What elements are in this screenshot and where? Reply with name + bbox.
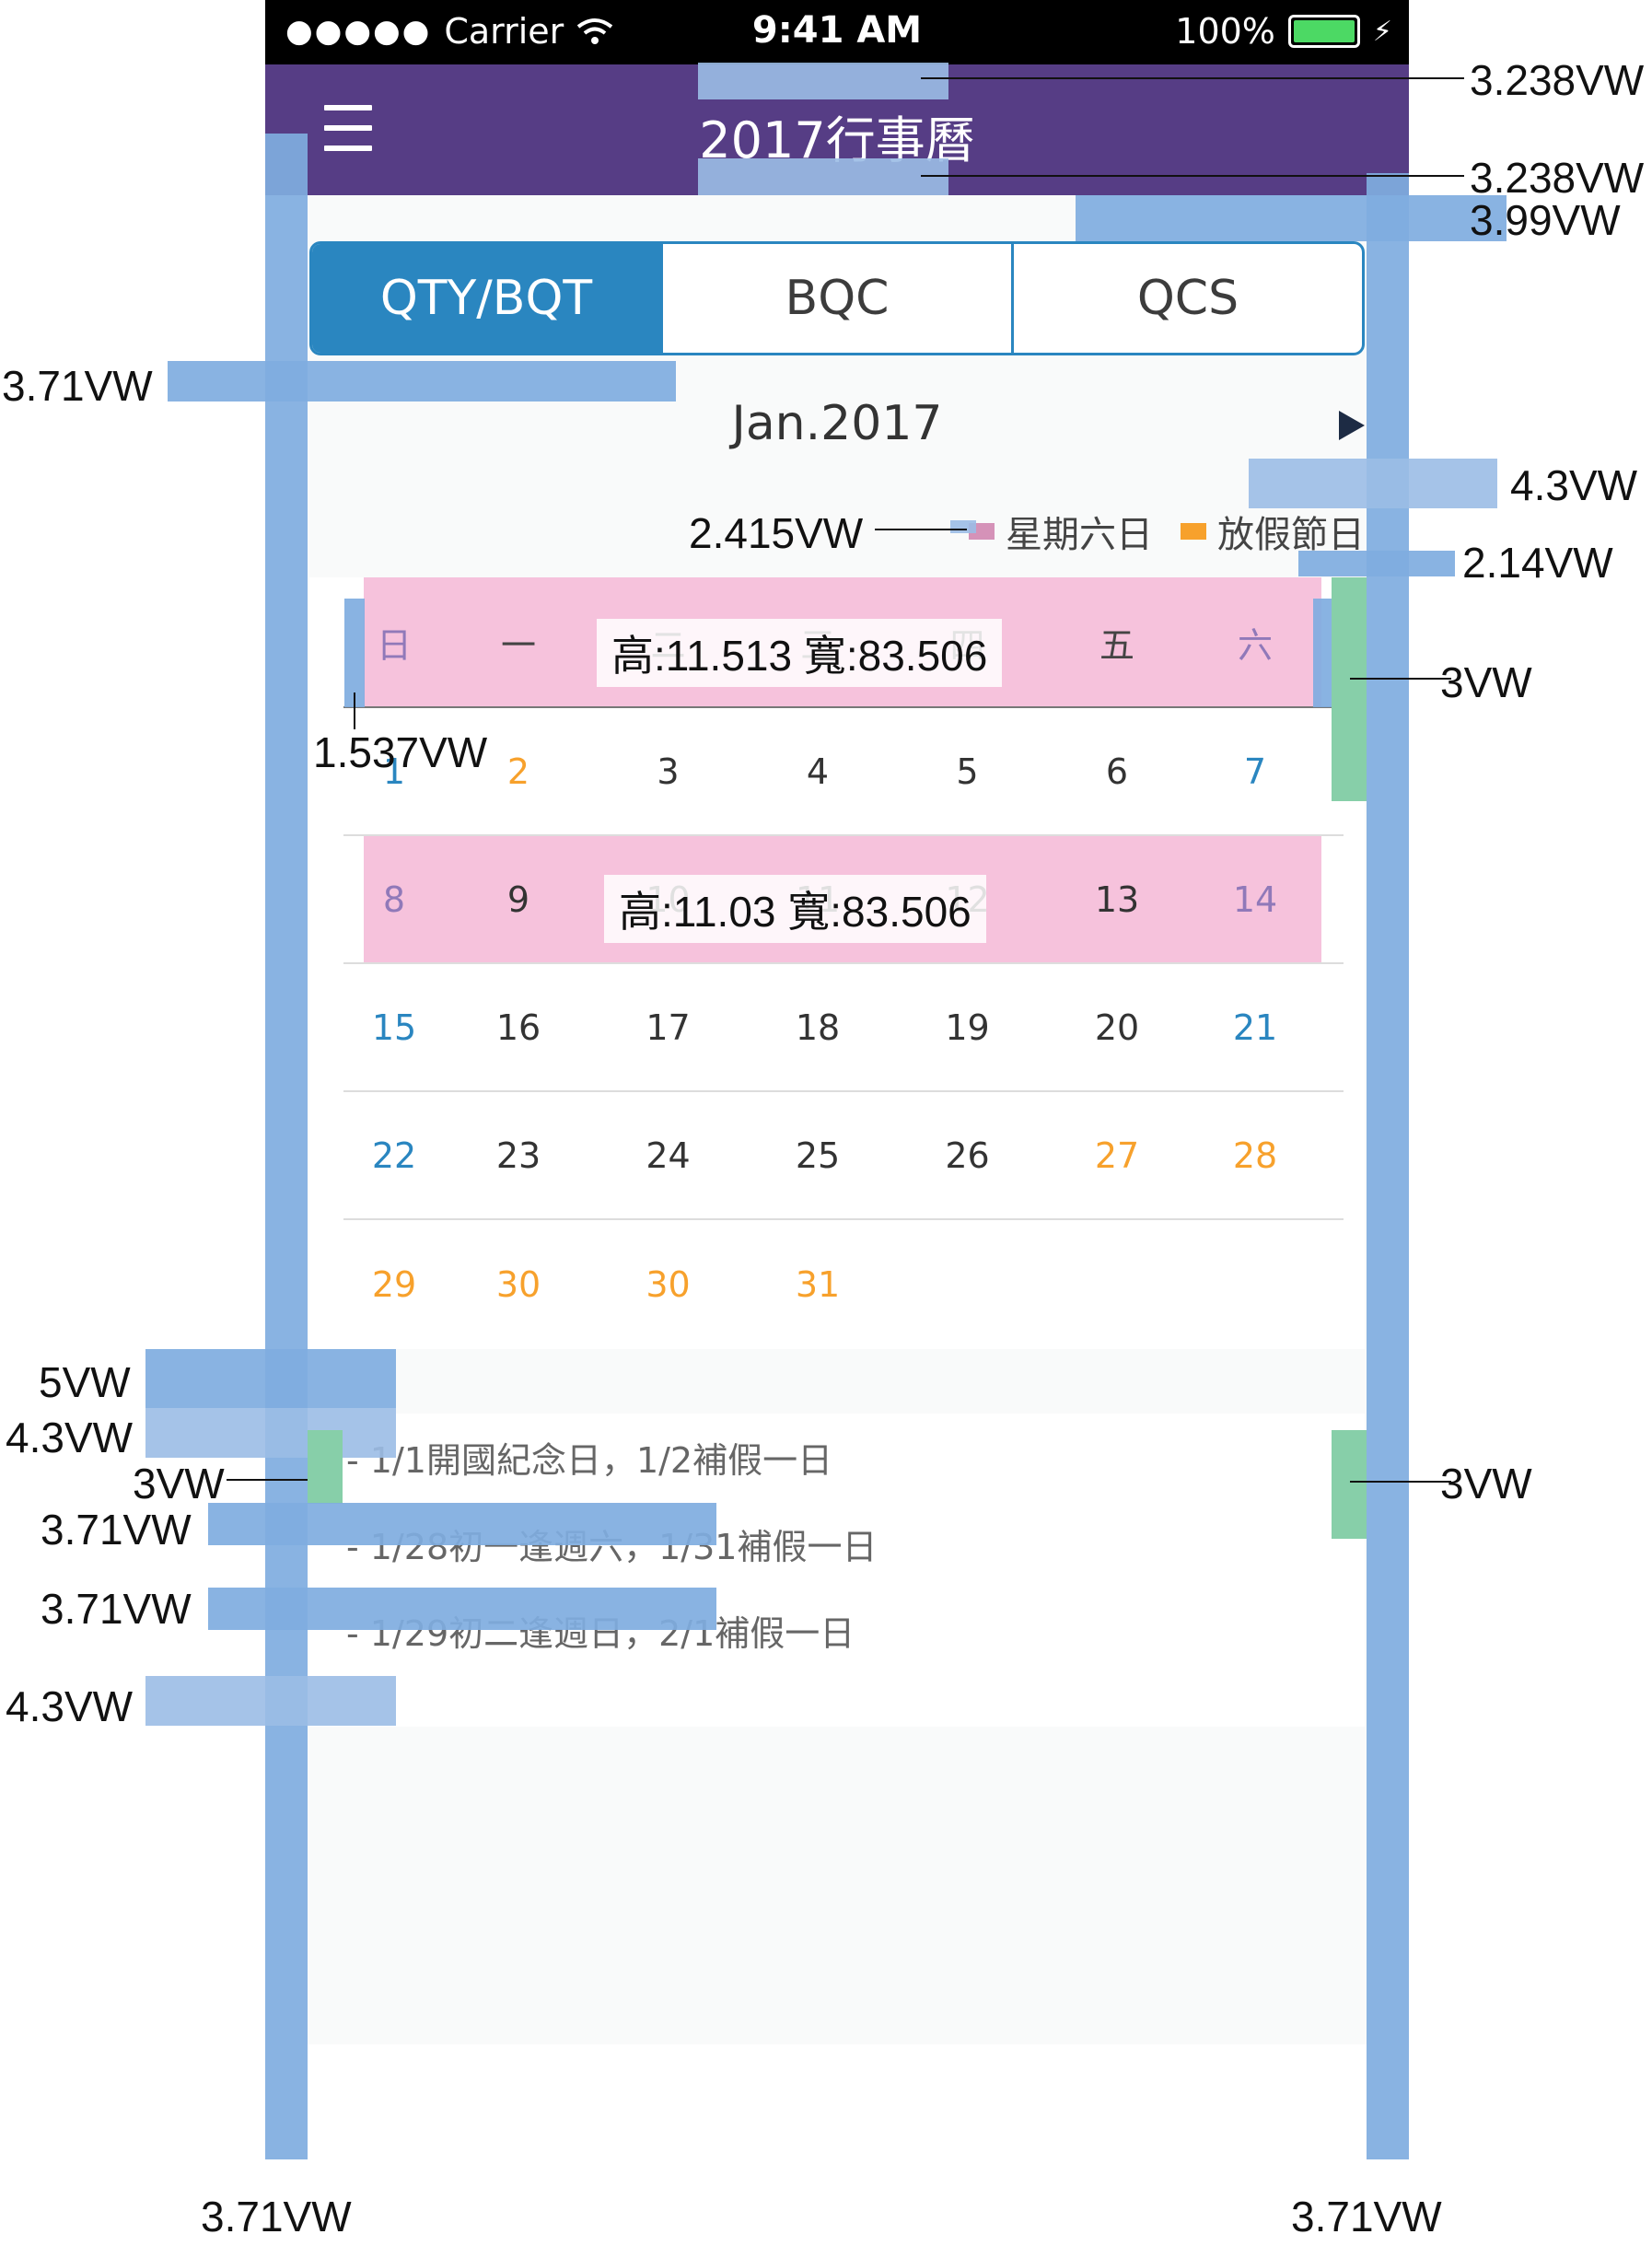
- title-bottom-guide: [698, 158, 948, 195]
- status-right: 100% ⚡: [1175, 11, 1392, 52]
- legend-gap-guide: [1298, 551, 1455, 576]
- battery-icon: [1287, 15, 1360, 48]
- battery-percent: 100%: [1175, 11, 1275, 52]
- week-row: 15 16 17 18 19 20 21: [343, 964, 1344, 1092]
- status-bar: ●●●●● Carrier 9:41 AM 100% ⚡: [265, 0, 1409, 64]
- weekday-fri: 五: [1099, 624, 1134, 666]
- header-right-label: 3VW: [1440, 658, 1532, 706]
- header-measure-label: 高:11.513 寬:83.506: [597, 619, 1003, 687]
- day-cell[interactable]: 6: [1043, 708, 1191, 834]
- header-right-leader: [1350, 678, 1451, 680]
- note-gap-1-guide: [208, 1503, 716, 1545]
- legend-weekend-label: 星期六日: [1006, 514, 1153, 556]
- left-margin-guide: [265, 134, 308, 2159]
- day-cell[interactable]: 24: [592, 1092, 744, 1218]
- day-cell[interactable]: 25: [744, 1092, 891, 1218]
- day-cell[interactable]: 13: [1043, 836, 1191, 962]
- notes-gap-a-guide: [145, 1349, 396, 1408]
- note-gap-1-label: 3.71VW: [41, 1506, 192, 1554]
- segmented-tabs: QTY/BQT BQC QCS: [309, 241, 1365, 355]
- notes-right-label: 3VW: [1440, 1460, 1532, 1507]
- tab-qcs[interactable]: QCS: [1011, 244, 1362, 353]
- notes-gap-a-label: 5VW: [39, 1358, 131, 1406]
- header-left-guide: [344, 599, 365, 707]
- day-cell[interactable]: 7: [1191, 708, 1320, 834]
- tab-bqc[interactable]: BQC: [660, 244, 1011, 353]
- note-gap-2-guide: [208, 1588, 716, 1630]
- header-left-label: 1.537VW: [313, 728, 488, 776]
- title-top-guide: [698, 63, 948, 99]
- holiday-notes: - 1/1開國紀念日，1/2補假一日 - 1/28初一逢週六，1/31補假一日 …: [309, 1414, 1365, 1727]
- notes-indent-green: [308, 1430, 343, 1504]
- day-cell[interactable]: 29: [343, 1220, 445, 1348]
- tabs-top-guide: [1076, 195, 1507, 241]
- day-cell[interactable]: 19: [891, 964, 1043, 1090]
- day-cell[interactable]: 21: [1191, 964, 1320, 1090]
- week-row: 1 2 3 4 5 6 7: [343, 708, 1344, 836]
- phone-screen: ●●●●● Carrier 9:41 AM 100% ⚡ 2017行事曆 QTY…: [265, 0, 1409, 2044]
- day-cell[interactable]: 23: [445, 1092, 592, 1218]
- notes-gap-b-label: 4.3VW: [6, 1414, 134, 1461]
- day-cell[interactable]: 18: [744, 964, 891, 1090]
- holiday-swatch: [1181, 523, 1206, 540]
- day-cell[interactable]: 8: [343, 836, 445, 962]
- left-gap-guide: [168, 361, 676, 401]
- day-cell[interactable]: 30: [445, 1220, 592, 1348]
- month-gap-guide: [1249, 459, 1497, 508]
- month-label: Jan.2017: [731, 396, 943, 451]
- header-right-guide: [1313, 599, 1333, 707]
- week-row: 22 23 24 25 26 27 28: [343, 1092, 1344, 1220]
- day-cell[interactable]: 9: [445, 836, 592, 962]
- notes-right-leader: [1350, 1481, 1451, 1483]
- title-top-leader: [921, 77, 1464, 79]
- next-month-icon[interactable]: [1339, 411, 1365, 440]
- day-cell[interactable]: 3: [592, 708, 744, 834]
- notes-gap-b-guide: [145, 1408, 396, 1458]
- day-cell[interactable]: 5: [891, 708, 1043, 834]
- day-cell[interactable]: 4: [744, 708, 891, 834]
- day-cell[interactable]: 17: [592, 964, 744, 1090]
- notes-indent-leader: [227, 1479, 308, 1481]
- row-measure-label: 高:11.03 寬:83.506: [604, 875, 986, 943]
- notes-right-green: [1332, 1430, 1367, 1539]
- header-right-green: [1332, 577, 1367, 801]
- legend-leader: [875, 529, 967, 530]
- legend-swatch-label: 2.415VW: [689, 509, 864, 557]
- notes-bottom-guide: [145, 1676, 396, 1726]
- month-gap-label: 4.3VW: [1510, 461, 1638, 509]
- weekday-sat: 六: [1237, 624, 1273, 666]
- day-cell[interactable]: 15: [343, 964, 445, 1090]
- title-top-label: 3.238VW: [1470, 56, 1645, 104]
- note-gap-2-label: 3.71VW: [41, 1585, 192, 1633]
- week-row: 29 30 30 31: [343, 1220, 1344, 1348]
- legend-swatch-guide: [950, 520, 976, 533]
- day-cell[interactable]: 31: [744, 1220, 891, 1348]
- day-cell[interactable]: 16: [445, 964, 592, 1090]
- tabs-top-label: 3.99VW: [1470, 196, 1621, 244]
- day-cell[interactable]: 26: [891, 1092, 1043, 1218]
- left-gap-label: 3.71VW: [2, 362, 153, 410]
- weekday-mon: 一: [500, 624, 536, 666]
- day-cell[interactable]: 28: [1191, 1092, 1320, 1218]
- legend-gap-label: 2.14VW: [1462, 539, 1613, 587]
- day-cell[interactable]: 20: [1043, 964, 1191, 1090]
- calendar-grid: 日 一 二 三 四 五 六 1 2 3 4 5 6 7 8 9 10 11 12…: [309, 577, 1365, 1349]
- bottom-right-label: 3.71VW: [1291, 2193, 1442, 2240]
- charging-icon: ⚡: [1372, 15, 1392, 48]
- day-cell[interactable]: 30: [592, 1220, 744, 1348]
- header-left-leader: [354, 692, 355, 729]
- notes-bottom-label: 4.3VW: [6, 1682, 134, 1730]
- note-item: - 1/1開國紀念日，1/2補假一日: [346, 1440, 833, 1481]
- notes-indent-label: 3VW: [133, 1460, 225, 1507]
- bottom-left-label: 3.71VW: [201, 2193, 352, 2240]
- tab-qty-bqt[interactable]: QTY/BQT: [312, 244, 660, 353]
- title-bottom-leader: [921, 175, 1464, 177]
- day-cell[interactable]: 14: [1191, 836, 1320, 962]
- day-cell[interactable]: 27: [1043, 1092, 1191, 1218]
- day-cell[interactable]: 22: [343, 1092, 445, 1218]
